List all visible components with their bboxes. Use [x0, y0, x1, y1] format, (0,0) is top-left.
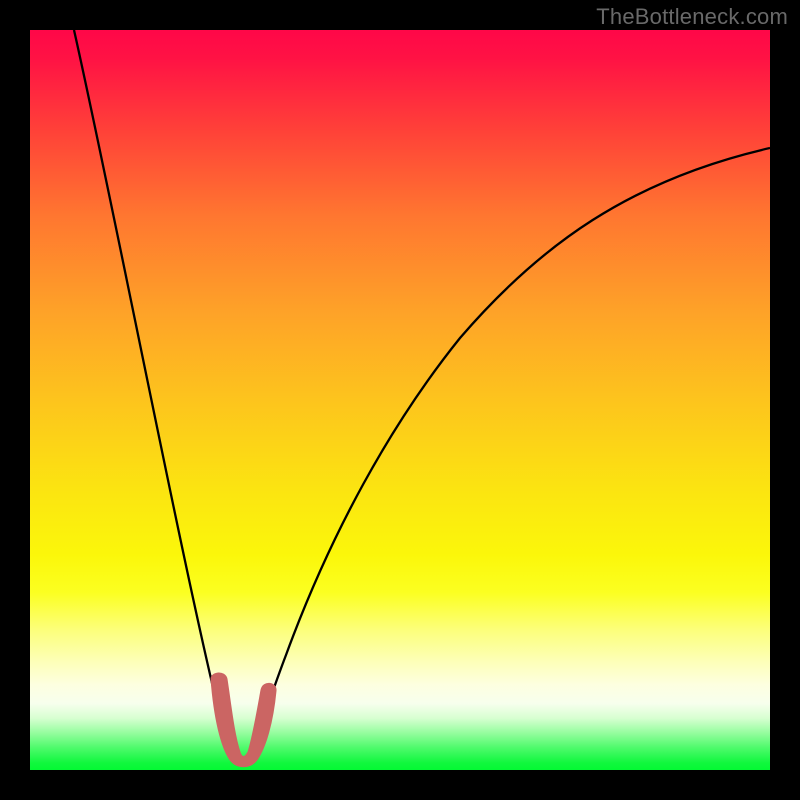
optimal-region-blob: [30, 30, 770, 770]
u-blob-path: [211, 673, 276, 767]
watermark-text: TheBottleneck.com: [596, 4, 788, 30]
chart-frame: TheBottleneck.com: [0, 0, 800, 800]
plot-area: [30, 30, 770, 770]
